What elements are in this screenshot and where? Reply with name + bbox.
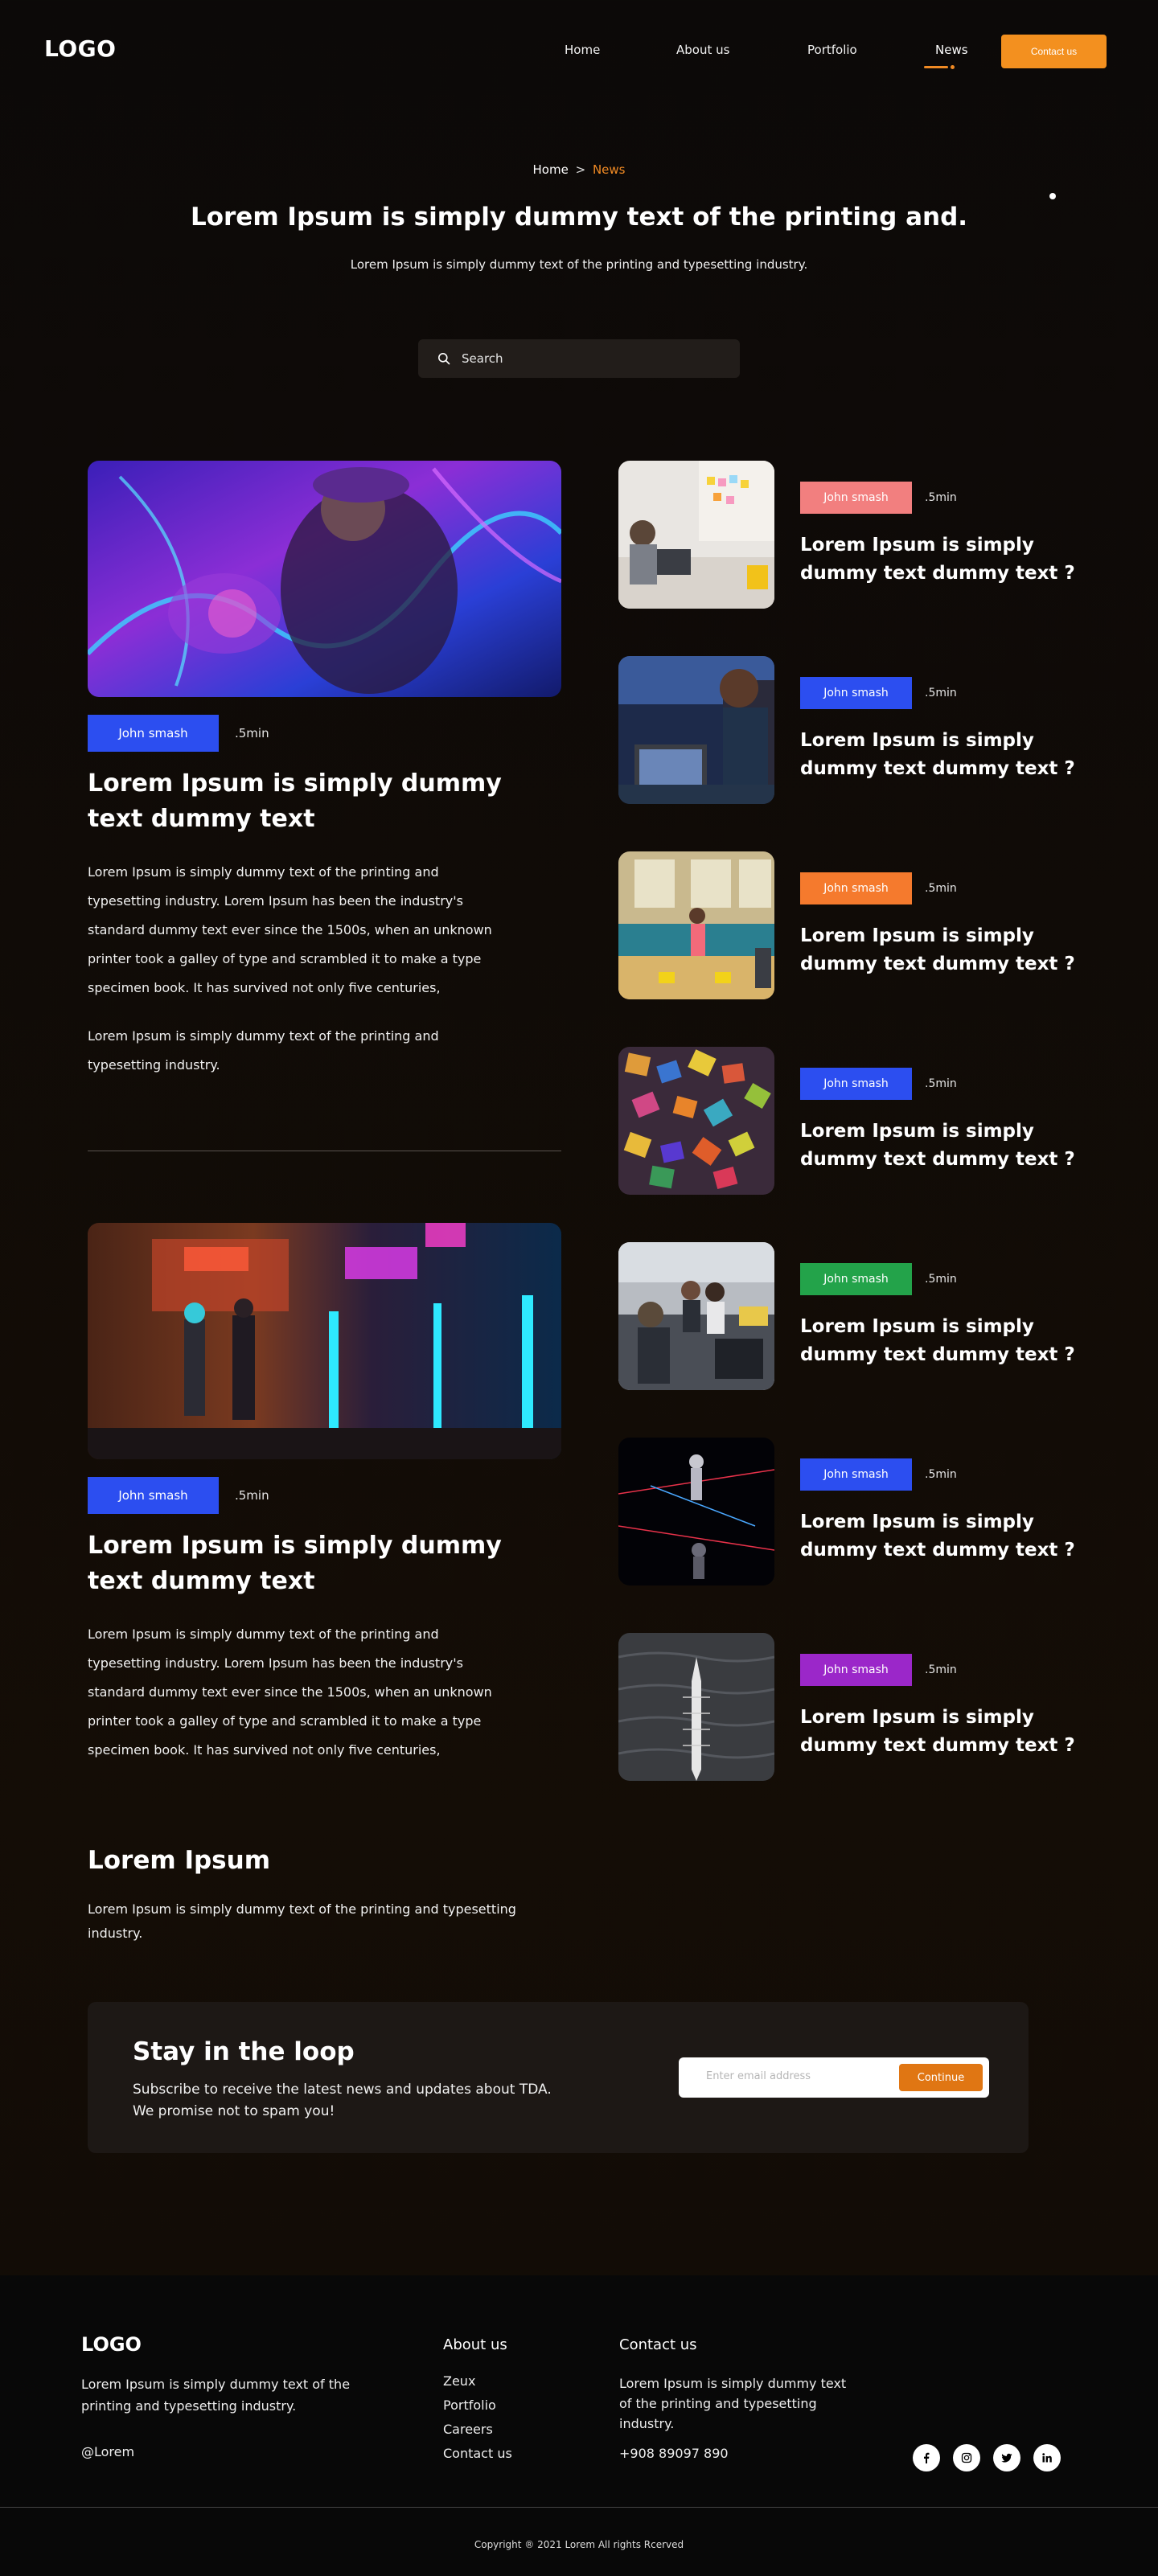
site-header: LOGO Home About us Portfolio News Contac… (0, 0, 1158, 105)
read-time: .5min (235, 726, 269, 740)
nav-news[interactable]: News (935, 43, 968, 57)
instagram-icon[interactable] (953, 2444, 980, 2471)
site-footer: LOGO Lorem Ipsum is simply dummy text of… (0, 2275, 1158, 2576)
decorative-dot (1049, 193, 1056, 199)
side-article: John smash .5min Lorem Ipsum is simply d… (618, 656, 1101, 806)
featured-article: John smash .5min Lorem Ipsum is simply d… (88, 461, 561, 1080)
nav-home[interactable]: Home (565, 43, 600, 57)
footer-about-text: Lorem Ipsum is simply dummy text of the … (81, 2377, 351, 2414)
author-tag[interactable]: John smash (88, 1477, 219, 1514)
side-image-gym-class[interactable] (618, 851, 774, 999)
side-article-title[interactable]: Lorem Ipsum is simply dummy text dummy t… (800, 531, 1106, 588)
newsletter-form: Continue (679, 2057, 989, 2098)
nav-about-us[interactable]: About us (676, 43, 729, 57)
author-tag[interactable]: John smash (800, 1263, 912, 1295)
author-tag[interactable]: John smash (800, 872, 912, 904)
side-article: John smash .5min Lorem Ipsum is simply d… (618, 1242, 1101, 1392)
read-time: .5min (925, 882, 957, 895)
side-image-student-laptop[interactable] (618, 656, 774, 804)
featured-image-cyberpunk-street[interactable] (88, 1223, 561, 1459)
search-input[interactable] (462, 351, 719, 366)
featured-article-title[interactable]: Lorem Ipsum is simply dummy text dummy t… (88, 1528, 538, 1599)
page-subtitle: Lorem Ipsum is simply dummy text of the … (350, 257, 808, 272)
featured-article: John smash .5min Lorem Ipsum is simply d… (88, 1223, 561, 1765)
active-nav-indicator (924, 66, 948, 68)
featured-image-neon-character[interactable] (88, 461, 561, 697)
twitter-icon[interactable] (993, 2444, 1020, 2471)
facebook-icon[interactable] (913, 2444, 940, 2471)
side-image-rowing-boat[interactable] (618, 1633, 774, 1781)
newsletter-title: Stay in the loop (133, 2037, 355, 2066)
page-title: Lorem Ipsum is simply dummy text of the … (190, 203, 968, 232)
side-article-title[interactable]: Lorem Ipsum is simply dummy text dummy t… (800, 1313, 1106, 1369)
side-article: John smash .5min Lorem Ipsum is simply d… (618, 1633, 1101, 1782)
active-nav-dot (951, 65, 955, 69)
side-image-laser-dancer[interactable] (618, 1438, 774, 1585)
side-article-title[interactable]: Lorem Ipsum is simply dummy text dummy t… (800, 1704, 1106, 1760)
featured-article-excerpt: Lorem Ipsum is simply dummy text of the … (88, 1028, 439, 1073)
read-time: .5min (925, 1077, 957, 1090)
footer-contact-text: Lorem Ipsum is simply dummy text of the … (619, 2376, 847, 2431)
linkedin-icon[interactable] (1033, 2444, 1061, 2471)
side-article-title[interactable]: Lorem Ipsum is simply dummy text dummy t… (800, 922, 1106, 978)
side-article: John smash .5min Lorem Ipsum is simply d… (618, 1438, 1101, 1587)
newsletter-card: Stay in the loop Subscribe to receive th… (88, 2002, 1029, 2153)
side-article-title[interactable]: Lorem Ipsum is simply dummy text dummy t… (800, 1508, 1106, 1565)
author-tag[interactable]: John smash (800, 1068, 912, 1100)
featured-article-body: Lorem Ipsum is simply dummy text of the … (88, 1626, 492, 1758)
search-bar[interactable] (418, 339, 740, 378)
nav-portfolio[interactable]: Portfolio (807, 43, 857, 57)
breadcrumb: Home > News (0, 162, 1158, 177)
side-article: John smash .5min Lorem Ipsum is simply d… (618, 1047, 1101, 1196)
breadcrumb-separator: > (575, 162, 586, 177)
side-image-office-team[interactable] (618, 1242, 774, 1390)
footer-logo[interactable]: LOGO (81, 2333, 142, 2356)
footer-link-zeux[interactable]: Zeux (443, 2373, 475, 2389)
footer-divider (0, 2507, 1158, 2508)
author-tag[interactable]: John smash (800, 482, 912, 514)
read-time: .5min (925, 1273, 957, 1286)
email-field[interactable] (706, 2070, 891, 2082)
read-time: .5min (235, 1488, 269, 1503)
footer-handle[interactable]: @Lorem (81, 2444, 134, 2459)
side-article: John smash .5min Lorem Ipsum is simply d… (618, 851, 1101, 1001)
author-tag[interactable]: John smash (800, 1458, 912, 1491)
breadcrumb-current: News (592, 162, 626, 177)
footer-link-careers[interactable]: Careers (443, 2422, 493, 2437)
continue-button[interactable]: Continue (899, 2064, 983, 2091)
footer-about-title: About us (443, 2336, 507, 2353)
author-tag[interactable]: John smash (800, 677, 912, 709)
featured-article-title[interactable]: Lorem Ipsum is simply dummy text dummy t… (88, 766, 538, 837)
copyright: Copyright ® 2021 Lorem All rights Rcerve… (474, 2539, 684, 2550)
read-time: .5min (925, 491, 957, 504)
side-article-title[interactable]: Lorem Ipsum is simply dummy text dummy t… (800, 727, 1106, 783)
side-article: John smash .5min Lorem Ipsum is simply d… (618, 461, 1101, 610)
side-image-whiteboard-meeting[interactable] (618, 461, 774, 609)
search-icon (438, 353, 450, 365)
newsletter-text: Subscribe to receive the latest news and… (133, 2082, 552, 2119)
section-text: Lorem Ipsum is simply dummy text of the … (88, 1901, 516, 1941)
read-time: .5min (925, 687, 957, 699)
breadcrumb-home[interactable]: Home (533, 162, 569, 177)
footer-link-portfolio[interactable]: Portfolio (443, 2398, 496, 2413)
footer-link-contact-us[interactable]: Contact us (443, 2446, 512, 2461)
featured-article-body: Lorem Ipsum is simply dummy text of the … (88, 864, 492, 995)
footer-contact-title: Contact us (619, 2336, 697, 2353)
footer-phone[interactable]: +908 89097 890 (619, 2446, 729, 2461)
logo[interactable]: LOGO (44, 35, 116, 62)
read-time: .5min (925, 1468, 957, 1481)
side-article-title[interactable]: Lorem Ipsum is simply dummy text dummy t… (800, 1118, 1106, 1174)
author-tag[interactable]: John smash (800, 1654, 912, 1686)
contact-us-button[interactable]: Contact us (1001, 35, 1107, 68)
side-image-puzzle-pieces[interactable] (618, 1047, 774, 1195)
author-tag[interactable]: John smash (88, 715, 219, 752)
read-time: .5min (925, 1663, 957, 1676)
section-title: Lorem Ipsum (88, 1846, 271, 1875)
